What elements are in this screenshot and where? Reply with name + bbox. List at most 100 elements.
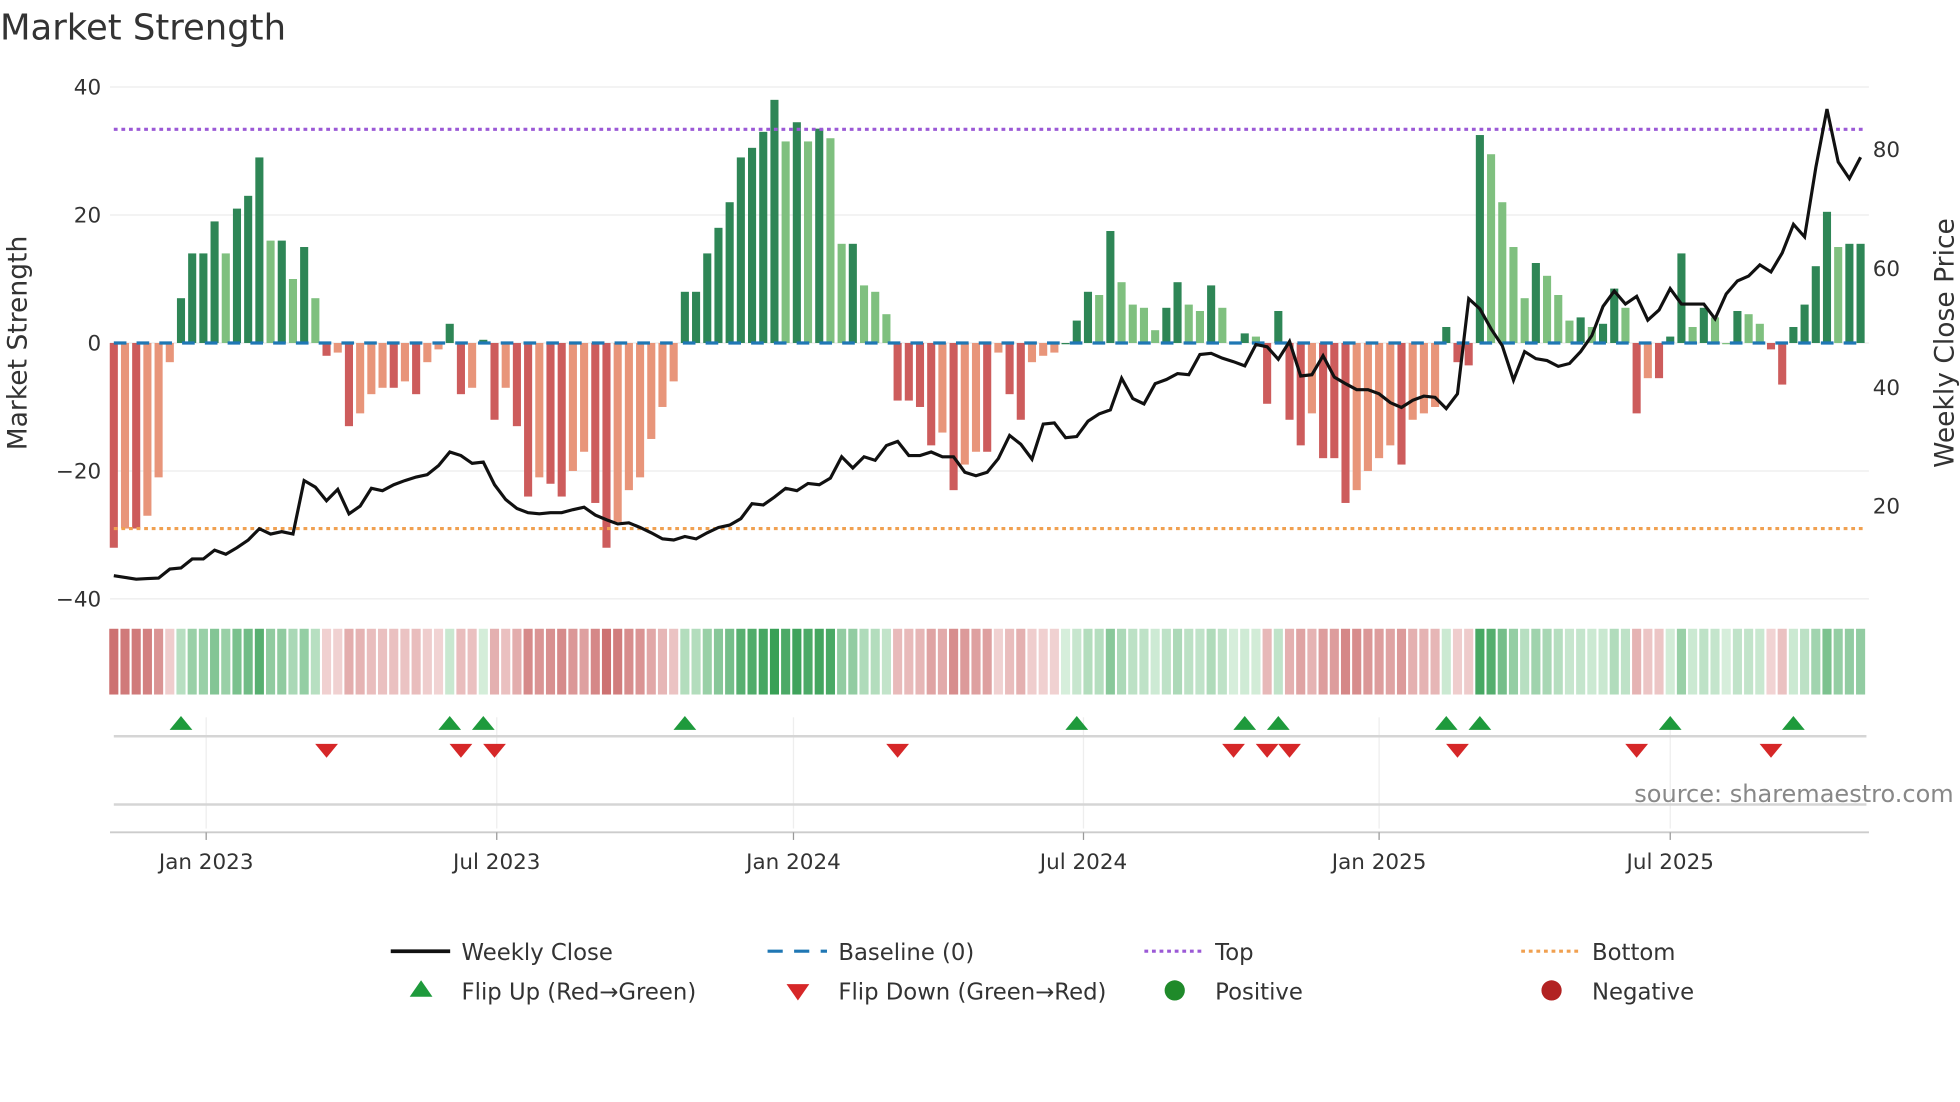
strip-cell: [669, 628, 679, 695]
strength-bar: [1128, 304, 1137, 343]
strength-bar: [367, 342, 376, 395]
strength-bar: [120, 342, 130, 529]
strip-cell: [1699, 628, 1709, 695]
strength-bar: [1509, 247, 1518, 343]
strip-cell: [489, 628, 500, 695]
legend-circle-icon: [1164, 980, 1185, 1001]
strip-cell: [1643, 628, 1653, 695]
strength-bar: [736, 157, 745, 343]
strength-bar: [199, 253, 208, 343]
strip-cell: [1531, 628, 1541, 695]
strength-bar: [1330, 342, 1339, 459]
strip-cell: [837, 628, 847, 695]
strength-bar: [692, 291, 701, 343]
legend-label: Flip Up (Red→Green): [462, 979, 697, 1005]
strip-cell: [870, 628, 880, 695]
strip-cell: [1688, 628, 1698, 695]
strip-cell: [433, 628, 444, 695]
strength-bar: [255, 157, 264, 343]
strip-cell: [1385, 628, 1395, 695]
flip-down-marker: [1625, 743, 1649, 758]
strip-cell: [1049, 628, 1059, 695]
strip-cell: [1329, 628, 1339, 695]
flip-down-marker: [483, 743, 506, 758]
strip-cell: [736, 628, 746, 695]
strip-cell: [198, 628, 208, 695]
strength-bar: [535, 342, 544, 478]
strength-bar: [1834, 247, 1843, 343]
strip-cell: [1553, 628, 1563, 695]
strip-cell: [993, 628, 1003, 695]
strip-cell: [1251, 628, 1261, 695]
strip-cell: [1318, 628, 1328, 695]
strength-bar: [1621, 307, 1630, 343]
flip-up-marker: [438, 716, 462, 730]
strength-bar: [344, 342, 353, 427]
legend-triangle-up-icon: [409, 980, 433, 997]
strength-bar: [893, 342, 902, 401]
strength-bar: [1016, 342, 1025, 420]
strip-cell: [1139, 628, 1149, 695]
strength-bar: [1576, 317, 1585, 343]
strip-cell: [1464, 628, 1474, 695]
strength-bar: [882, 314, 891, 343]
strength-bar: [647, 342, 656, 439]
strength-bar: [423, 342, 432, 363]
strip-cell: [635, 628, 645, 695]
strip-cell: [1744, 628, 1754, 695]
strength-bar: [971, 342, 981, 452]
strength-bar: [591, 342, 600, 503]
strength-bar: [803, 141, 813, 343]
strength-bar: [1822, 211, 1832, 343]
legend-circle-icon: [1541, 980, 1562, 1001]
strength-bar: [613, 342, 622, 523]
flip-up-marker: [471, 716, 495, 730]
strip-cell: [456, 628, 466, 695]
strip-cell: [512, 628, 522, 695]
strength-bar: [669, 342, 678, 382]
strength-heat-strip: [109, 628, 1866, 695]
strip-cell: [243, 628, 253, 695]
strength-bar: [288, 279, 298, 343]
x-axis-ticks: Jan 2023 Jul 2023 Jan 2024 Jul 2024 Jan 2025…: [157, 832, 1714, 875]
market-strength-chart: Market Strength 40 20 0 −20 −40 80 60 40 20 Mar…: [0, 8, 1960, 1006]
strip-cell: [1654, 628, 1664, 695]
strip-cell: [814, 628, 824, 695]
strength-bar: [781, 141, 790, 343]
strip-cell: [1620, 628, 1630, 695]
x-tick-label: Jul 2023: [451, 850, 540, 875]
legend: Weekly Close Baseline (0) Top Bottom Flip Up…: [390, 940, 1694, 1005]
strength-bar: [1419, 342, 1428, 414]
strength-bar: [859, 285, 869, 343]
flip-up-marker: [169, 716, 193, 730]
strength-bar: [524, 342, 533, 497]
strength-bar: [1789, 326, 1798, 343]
strip-cell: [702, 628, 712, 695]
x-tick-label: Jan 2024: [744, 850, 841, 875]
y-axis-ticks: 40 20 0 −20 −40: [56, 76, 101, 613]
strip-cell: [142, 628, 152, 695]
strength-bar: [311, 298, 320, 343]
strength-bar: [210, 221, 219, 343]
strip-cell: [1665, 628, 1675, 695]
strength-bar: [1565, 320, 1574, 343]
strength-bar: [1296, 342, 1305, 446]
strip-cell: [579, 628, 589, 695]
flip-down-marker: [449, 743, 473, 758]
strip-cell: [1811, 628, 1821, 695]
y-tick-label: −40: [56, 588, 101, 613]
strength-bar: [1408, 342, 1417, 420]
strip-cell: [803, 628, 813, 695]
strip-cell: [1083, 628, 1093, 695]
flip-up-marker: [1065, 716, 1089, 730]
strip-cell: [1788, 628, 1798, 695]
strip-cell: [288, 628, 298, 695]
strength-bar: [1341, 342, 1350, 503]
strip-cell: [971, 628, 981, 695]
strip-cell: [590, 628, 600, 695]
strength-bar: [938, 342, 947, 433]
strength-bar: [636, 342, 645, 478]
legend-label: Bottom: [1592, 940, 1675, 966]
strip-cell: [1486, 628, 1496, 695]
y2-axis-label: Weekly Close Price: [1930, 218, 1960, 468]
